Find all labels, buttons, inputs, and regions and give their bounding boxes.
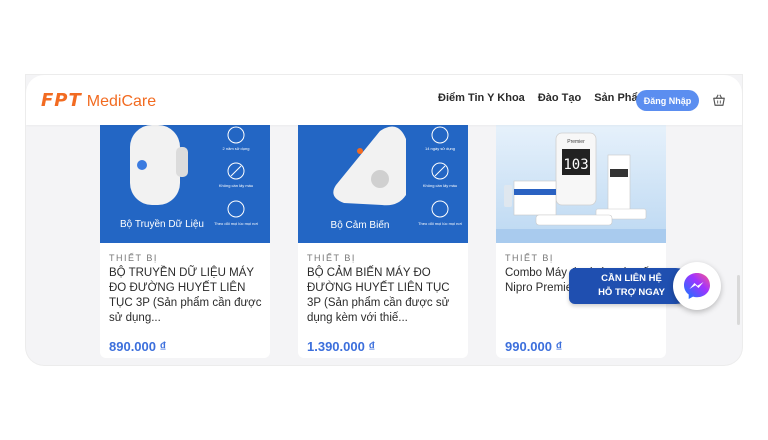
product-category: THIẾT BỊ: [307, 253, 356, 263]
messenger-icon: [684, 273, 710, 299]
product-title[interactable]: BỘ CẢM BIẾN MÁY ĐO ĐƯỜNG HUYẾT LIÊN TỤC …: [307, 266, 463, 326]
product-price: 1.390.000 ₫: [307, 339, 376, 354]
main-menu: Điểm Tin Y Khoa Đào Tạo Sản Phẩm: [438, 92, 647, 104]
product-card[interactable]: 103 Premier THIẾT BỊ Combo Máy đo đường …: [496, 125, 666, 358]
header-nav: FPT MediCare Điểm Tin Y Khoa Đào Tạo Sản…: [26, 75, 742, 125]
product-card[interactable]: 14 ngày sử dụng Không cần lấy máu Theo d…: [298, 125, 468, 358]
messenger-button[interactable]: [673, 262, 721, 310]
badge-text: Theo dõi mọi lúc mọi nơi: [418, 221, 462, 226]
badge-text: Không cần lấy máu: [219, 183, 253, 188]
badge-text: Theo dõi mọi lúc mọi nơi: [214, 221, 258, 226]
product-card[interactable]: 2 năm sử dụng Không cần lấy máu Theo dõi…: [100, 125, 270, 358]
login-button[interactable]: Đăng Nhập: [636, 90, 699, 111]
meter-reading: 103: [563, 157, 588, 173]
badge-text: 2 năm sử dụng: [223, 146, 250, 151]
nav-item-training[interactable]: Đào Tạo: [538, 92, 581, 104]
image-caption: Bộ Truyền Dữ Liệu: [120, 218, 204, 230]
nav-item-news[interactable]: Điểm Tin Y Khoa: [438, 92, 525, 104]
product-category: THIẾT BỊ: [505, 253, 554, 263]
image-caption: Bộ Cảm Biến: [331, 219, 390, 231]
browser-viewport: FPT MediCare Điểm Tin Y Khoa Đào Tạo Sản…: [26, 75, 742, 365]
meter-brand: Premier: [567, 139, 585, 145]
product-title[interactable]: BỘ TRUYỀN DỮ LIỆU MÁY ĐO ĐƯỜNG HUYẾT LIÊ…: [109, 266, 265, 326]
product-image-transmitter[interactable]: 2 năm sử dụng Không cần lấy máu Theo dõi…: [100, 125, 270, 243]
product-price: 990.000 ₫: [505, 339, 563, 354]
product-image-glucometer-combo[interactable]: 103 Premier: [496, 125, 666, 243]
cart-icon[interactable]: [712, 93, 726, 107]
brand-logo[interactable]: FPT MediCare: [41, 90, 156, 111]
product-image-sensor[interactable]: 14 ngày sử dụng Không cần lấy máu Theo d…: [298, 125, 468, 243]
product-price: 890.000 ₫: [109, 339, 167, 354]
badge-text: 14 ngày sử dụng: [425, 146, 455, 151]
logo-medicare: MediCare: [86, 92, 157, 110]
badge-text: Không cần lấy máu: [423, 183, 457, 188]
scrollbar[interactable]: [737, 275, 740, 325]
logo-fpt: FPT: [41, 89, 82, 111]
product-category: THIẾT BỊ: [109, 253, 158, 263]
